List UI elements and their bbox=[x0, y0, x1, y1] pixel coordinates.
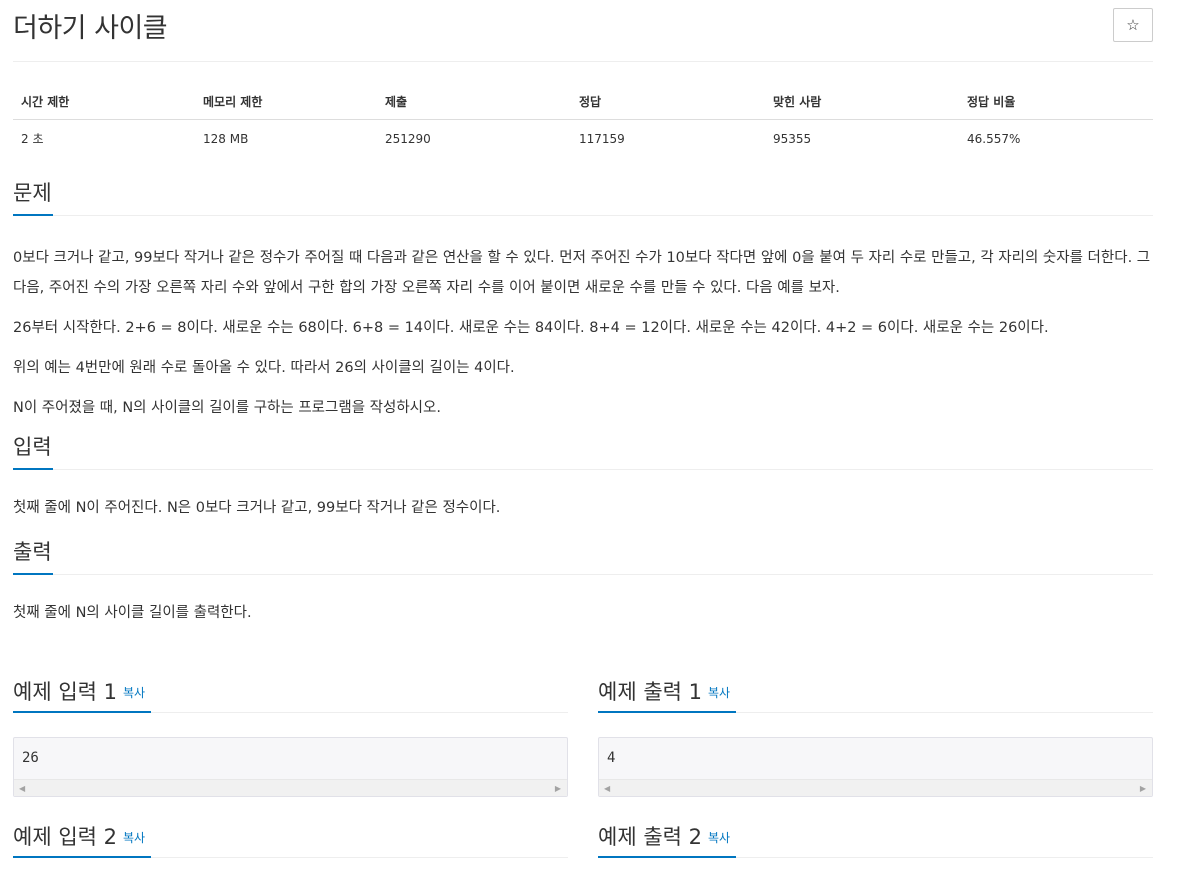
description-paragraph: N이 주어졌을 때, N의 사이클의 길이를 구하는 프로그램을 작성하시오. bbox=[13, 400, 441, 416]
sample-output-1-heading: 예제 출력 1 복사 bbox=[598, 676, 730, 706]
scroll-right-icon[interactable]: ▶ bbox=[555, 784, 561, 793]
output-heading-row: 출력 bbox=[13, 531, 1153, 575]
value-accept-ratio: 46.557% bbox=[967, 131, 1021, 146]
page-title: 더하기 사이클 bbox=[13, 13, 168, 44]
sample-output-1-box[interactable]: 4 ◀ ▶ bbox=[598, 737, 1153, 797]
sample-input-2-heading-row: 예제 입력 2 복사 bbox=[13, 822, 568, 858]
copy-sample-input-1-link[interactable]: 복사 bbox=[123, 686, 145, 700]
header-accepted: 정답 bbox=[571, 88, 765, 120]
scroll-left-icon[interactable]: ◀ bbox=[604, 784, 610, 793]
heading-underline bbox=[598, 711, 736, 713]
sample-input-1-box[interactable]: 26 ◀ ▶ bbox=[13, 737, 568, 797]
output-section: 출력 첫째 줄에 N의 사이클 길이를 출력한다. bbox=[13, 531, 1153, 628]
description-heading-row: 문제 bbox=[13, 172, 1153, 216]
input-section: 입력 첫째 줄에 N이 주어진다. N은 0보다 크거나 같고, 99보다 작거… bbox=[13, 426, 1153, 523]
description-paragraph: 26부터 시작한다. 2+6 = 8이다. 새로운 수는 68이다. 6+8 =… bbox=[13, 320, 1049, 336]
input-description: 첫째 줄에 N이 주어진다. N은 0보다 크거나 같고, 99보다 작거나 같… bbox=[13, 500, 501, 516]
scroll-left-icon[interactable]: ◀ bbox=[19, 784, 25, 793]
heading-underline bbox=[13, 214, 53, 216]
value-memory-limit: 128 MB bbox=[203, 131, 249, 146]
heading-underline bbox=[13, 711, 151, 713]
heading-underline bbox=[13, 573, 53, 575]
sample-input-1-title: 예제 입력 1 bbox=[13, 680, 117, 704]
value-time-limit: 2 초 bbox=[21, 132, 44, 146]
header-accept-ratio: 정답 비율 bbox=[959, 88, 1153, 120]
description-heading: 문제 bbox=[13, 181, 52, 205]
header-solved-users: 맞힌 사람 bbox=[765, 88, 959, 120]
value-submissions: 251290 bbox=[385, 131, 431, 146]
sample-output-2-heading-row: 예제 출력 2 복사 bbox=[598, 822, 1153, 858]
output-description: 첫째 줄에 N의 사이클 길이를 출력한다. bbox=[13, 605, 252, 621]
copy-sample-output-2-link[interactable]: 복사 bbox=[708, 831, 730, 845]
sample-input-1-heading: 예제 입력 1 복사 bbox=[13, 676, 145, 706]
problem-page: 더하기 사이클 ☆ 시간 제한 메모리 제한 제출 정답 맞힌 사람 정답 비율… bbox=[13, 0, 1153, 638]
scroll-right-icon[interactable]: ▶ bbox=[1140, 784, 1146, 793]
value-accepted: 117159 bbox=[579, 131, 625, 146]
sample-output-1-content: 4 bbox=[607, 750, 616, 766]
sample-output-2-heading: 예제 출력 2 복사 bbox=[598, 821, 730, 851]
title-row: 더하기 사이클 ☆ bbox=[13, 0, 1153, 62]
sample-input-2-heading: 예제 입력 2 복사 bbox=[13, 821, 145, 851]
description-paragraph: 0보다 크거나 같고, 99보다 작거나 같은 정수가 주어질 때 다음과 같은… bbox=[13, 250, 1151, 296]
sample-input-1-heading-row: 예제 입력 1 복사 bbox=[13, 677, 568, 713]
value-solved-users: 95355 bbox=[773, 131, 812, 146]
heading-underline bbox=[598, 856, 736, 858]
sample-input-2: 예제 입력 2 복사 bbox=[13, 822, 568, 858]
input-body: 첫째 줄에 N이 주어진다. N은 0보다 크거나 같고, 99보다 작거나 같… bbox=[13, 493, 1153, 523]
sample-output-1-heading-row: 예제 출력 1 복사 bbox=[598, 677, 1153, 713]
output-body: 첫째 줄에 N의 사이클 길이를 출력한다. bbox=[13, 598, 1153, 628]
output-heading: 출력 bbox=[13, 540, 52, 564]
description-body: 0보다 크거나 같고, 99보다 작거나 같은 정수가 주어질 때 다음과 같은… bbox=[13, 243, 1153, 423]
input-heading-row: 입력 bbox=[13, 426, 1153, 470]
horizontal-scrollbar[interactable]: ◀ ▶ bbox=[599, 779, 1152, 796]
sample-input-2-title: 예제 입력 2 bbox=[13, 825, 117, 849]
header-time-limit: 시간 제한 bbox=[13, 88, 195, 120]
sample-input-1: 예제 입력 1 복사 26 ◀ ▶ bbox=[13, 677, 568, 797]
description-paragraph: 위의 예는 4번만에 원래 수로 돌아올 수 있다. 따라서 26의 사이클의 … bbox=[13, 360, 515, 376]
sample-input-1-content: 26 bbox=[22, 750, 39, 766]
problem-info-table: 시간 제한 메모리 제한 제출 정답 맞힌 사람 정답 비율 2 초 128 M… bbox=[13, 88, 1153, 155]
header-submissions: 제출 bbox=[377, 88, 571, 120]
star-button[interactable]: ☆ bbox=[1113, 8, 1153, 42]
copy-sample-output-1-link[interactable]: 복사 bbox=[708, 686, 730, 700]
horizontal-scrollbar[interactable]: ◀ ▶ bbox=[14, 779, 567, 796]
input-heading: 입력 bbox=[13, 435, 52, 459]
sample-output-2-title: 예제 출력 2 bbox=[598, 825, 702, 849]
star-icon: ☆ bbox=[1126, 17, 1140, 34]
description-section: 문제 0보다 크거나 같고, 99보다 작거나 같은 정수가 주어질 때 다음과… bbox=[13, 172, 1153, 423]
header-memory-limit: 메모리 제한 bbox=[195, 88, 377, 120]
sample-output-1: 예제 출력 1 복사 4 ◀ ▶ bbox=[598, 677, 1153, 797]
heading-underline bbox=[13, 856, 151, 858]
info-value-row: 2 초 128 MB 251290 117159 95355 46.557% bbox=[13, 120, 1153, 156]
copy-sample-input-2-link[interactable]: 복사 bbox=[123, 831, 145, 845]
sample-output-1-title: 예제 출력 1 bbox=[598, 680, 702, 704]
sample-output-2: 예제 출력 2 복사 bbox=[598, 822, 1153, 858]
heading-underline bbox=[13, 468, 53, 470]
info-header-row: 시간 제한 메모리 제한 제출 정답 맞힌 사람 정답 비율 bbox=[13, 88, 1153, 120]
